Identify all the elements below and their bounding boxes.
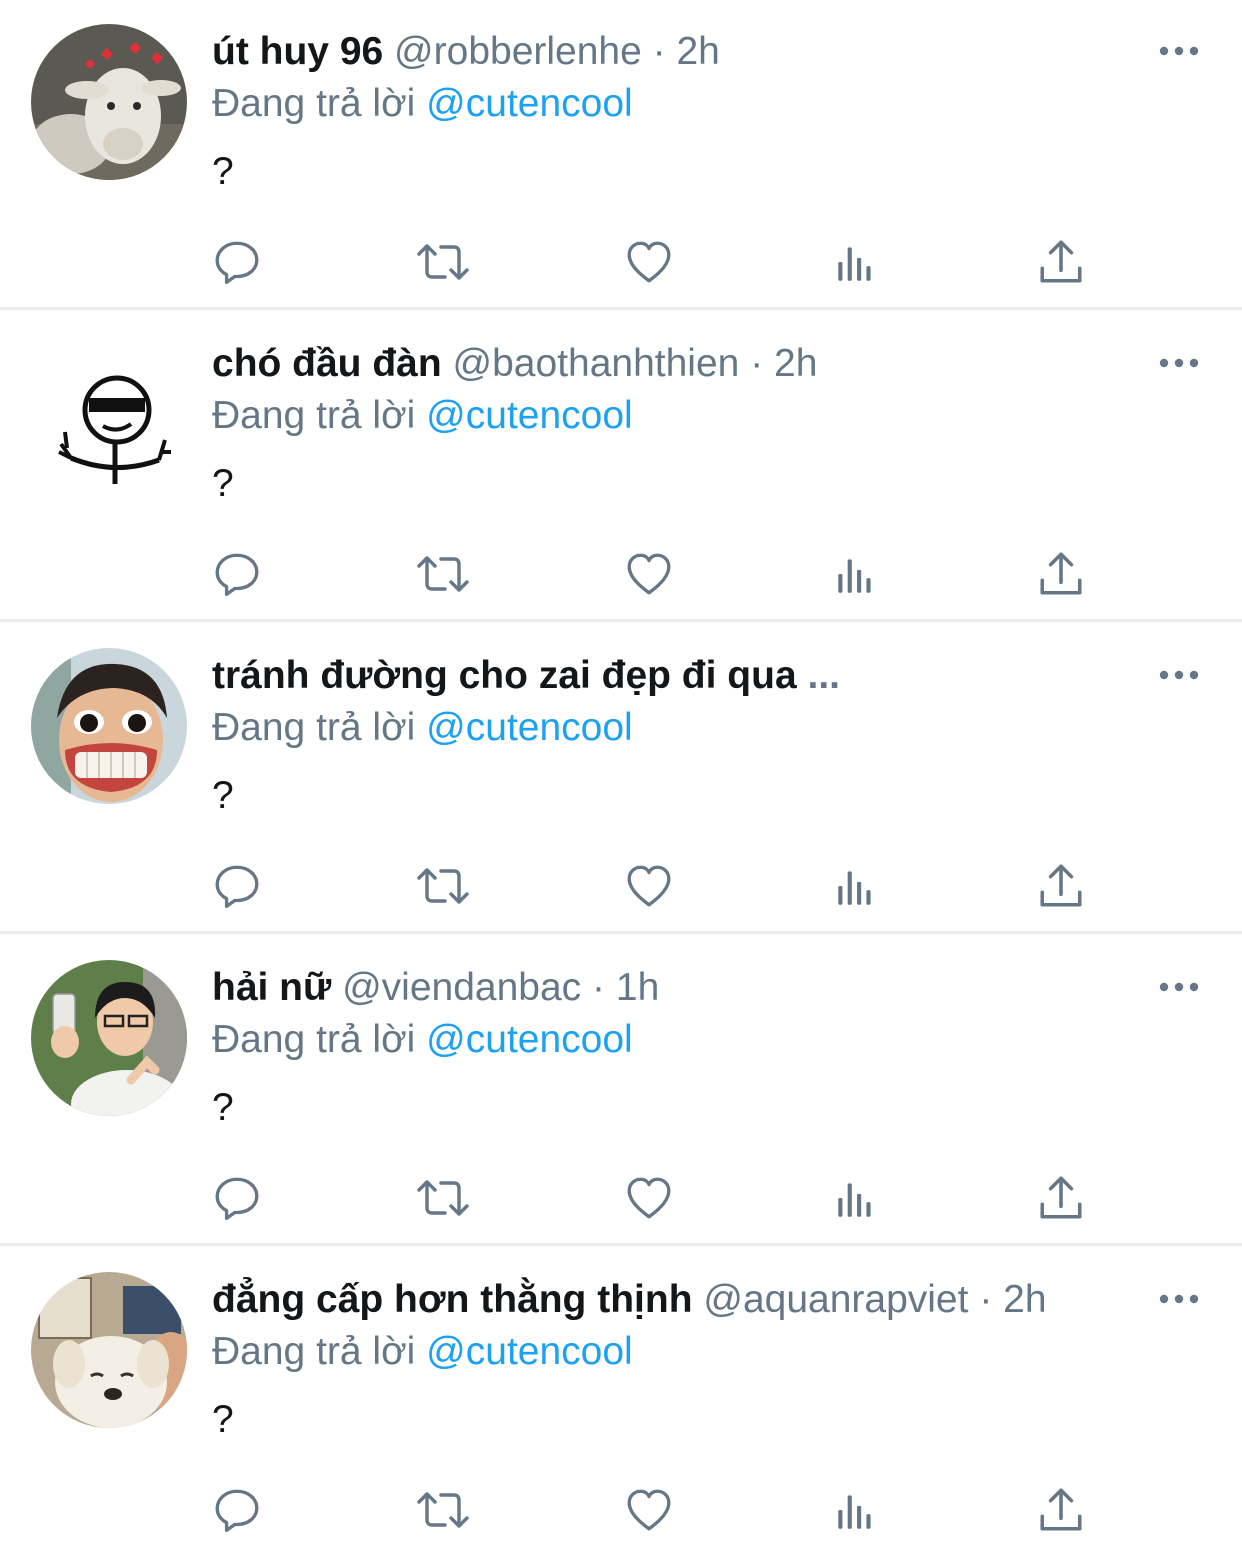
separator-dot: · [652,30,666,73]
more-options-icon[interactable] [1158,660,1200,690]
truncation-ellipsis: ... [807,654,840,697]
replying-to: Đang trả lời @cutencool [212,390,633,442]
mention-link[interactable]: @cutencool [426,1018,633,1061]
reply-icon[interactable] [207,232,267,292]
share-icon[interactable] [1031,232,1091,292]
retweet-icon[interactable] [413,1480,473,1540]
more-options-icon[interactable] [1158,1284,1200,1314]
man-with-phone-avatar[interactable] [31,960,187,1116]
share-icon[interactable] [1031,544,1091,604]
action-bar [0,856,1242,916]
goat-avatar[interactable] [31,24,187,180]
analytics-icon[interactable] [826,1480,886,1540]
user-handle[interactable]: @baothanhthien [453,342,740,385]
tweet-reply[interactable]: hải nữ @viendanbac · 1h Đang trả lời @cu… [0,936,1242,1246]
replying-to: Đang trả lời @cutencool [212,1326,633,1378]
user-handle[interactable]: @robberlenhe [394,30,642,73]
retweet-icon[interactable] [413,232,473,292]
user-handle[interactable]: @aquanrapviet [703,1278,968,1321]
tweet-header: hải nữ @viendanbac · 1h [212,962,1132,1014]
tweet-text: ? [212,462,234,505]
action-bar [0,1480,1242,1540]
replying-to-label: Đang trả lời [212,706,416,749]
analytics-icon[interactable] [826,544,886,604]
mention-link[interactable]: @cutencool [426,394,633,437]
more-options-icon[interactable] [1158,348,1200,378]
action-bar [0,232,1242,292]
reply-icon[interactable] [207,856,267,916]
separator-dot: · [592,966,606,1009]
tweet-text: ? [212,150,234,193]
analytics-icon[interactable] [826,232,886,292]
share-icon[interactable] [1031,1480,1091,1540]
tweet-reply[interactable]: chó đầu đàn @baothanhthien · 2h Đang trả… [0,312,1242,622]
user-handle[interactable]: @viendanbac [342,966,581,1009]
replying-to: Đang trả lời @cutencool [212,78,633,130]
share-icon[interactable] [1031,1168,1091,1228]
heart-icon[interactable] [619,544,679,604]
timestamp[interactable]: 1h [616,966,659,1009]
display-name[interactable]: đẳng cấp hơn thằng thịnh [212,1278,693,1321]
replying-to-label: Đang trả lời [212,82,416,125]
reply-icon[interactable] [207,1480,267,1540]
replying-to: Đang trả lời @cutencool [212,702,633,754]
display-name[interactable]: tránh đường cho zai đẹp đi qua [212,654,797,697]
tweet-header: tránh đường cho zai đẹp đi qua ... [212,650,1132,702]
heart-icon[interactable] [619,232,679,292]
tweet-text: ? [212,774,234,817]
tweet-reply[interactable]: út huy 96 @robberlenhe · 2h Đang trả lời… [0,0,1242,310]
share-icon[interactable] [1031,856,1091,916]
heart-icon[interactable] [619,1480,679,1540]
retweet-icon[interactable] [413,856,473,916]
retweet-icon[interactable] [413,1168,473,1228]
tweet-reply[interactable]: tránh đường cho zai đẹp đi qua ... Đang … [0,624,1242,934]
heart-icon[interactable] [619,856,679,916]
tweet-header: chó đầu đàn @baothanhthien · 2h [212,338,1132,390]
tweet-text: ? [212,1398,234,1441]
action-bar [0,544,1242,604]
replying-to-label: Đang trả lời [212,1330,416,1373]
reply-icon[interactable] [207,1168,267,1228]
replying-to-label: Đang trả lời [212,394,416,437]
more-options-icon[interactable] [1158,36,1200,66]
tweet-header: đẳng cấp hơn thằng thịnh @aquanrapviet ·… [212,1274,1132,1326]
mention-link[interactable]: @cutencool [426,1330,633,1373]
tweet-header: út huy 96 @robberlenhe · 2h [212,26,1132,78]
funny-face-avatar[interactable] [31,648,187,804]
more-options-icon[interactable] [1158,972,1200,1002]
tweet-text: ? [212,1086,234,1129]
analytics-icon[interactable] [826,856,886,916]
reply-icon[interactable] [207,544,267,604]
replying-to-label: Đang trả lời [212,1018,416,1061]
stickman-sunglasses-avatar[interactable] [31,336,187,492]
display-name[interactable]: hải nữ [212,966,331,1009]
mention-link[interactable]: @cutencool [426,706,633,749]
heart-icon[interactable] [619,1168,679,1228]
separator-dot: · [750,342,764,385]
timestamp[interactable]: 2h [676,30,719,73]
analytics-icon[interactable] [826,1168,886,1228]
separator-dot: · [979,1278,993,1321]
mention-link[interactable]: @cutencool [426,82,633,125]
timestamp[interactable]: 2h [774,342,817,385]
replying-to: Đang trả lời @cutencool [212,1014,633,1066]
puppy-avatar[interactable] [31,1272,187,1428]
tweet-reply[interactable]: đẳng cấp hơn thằng thịnh @aquanrapviet ·… [0,1248,1242,1558]
retweet-icon[interactable] [413,544,473,604]
display-name[interactable]: út huy 96 [212,30,383,73]
timestamp[interactable]: 2h [1003,1278,1046,1321]
display-name[interactable]: chó đầu đàn [212,342,442,385]
action-bar [0,1168,1242,1228]
